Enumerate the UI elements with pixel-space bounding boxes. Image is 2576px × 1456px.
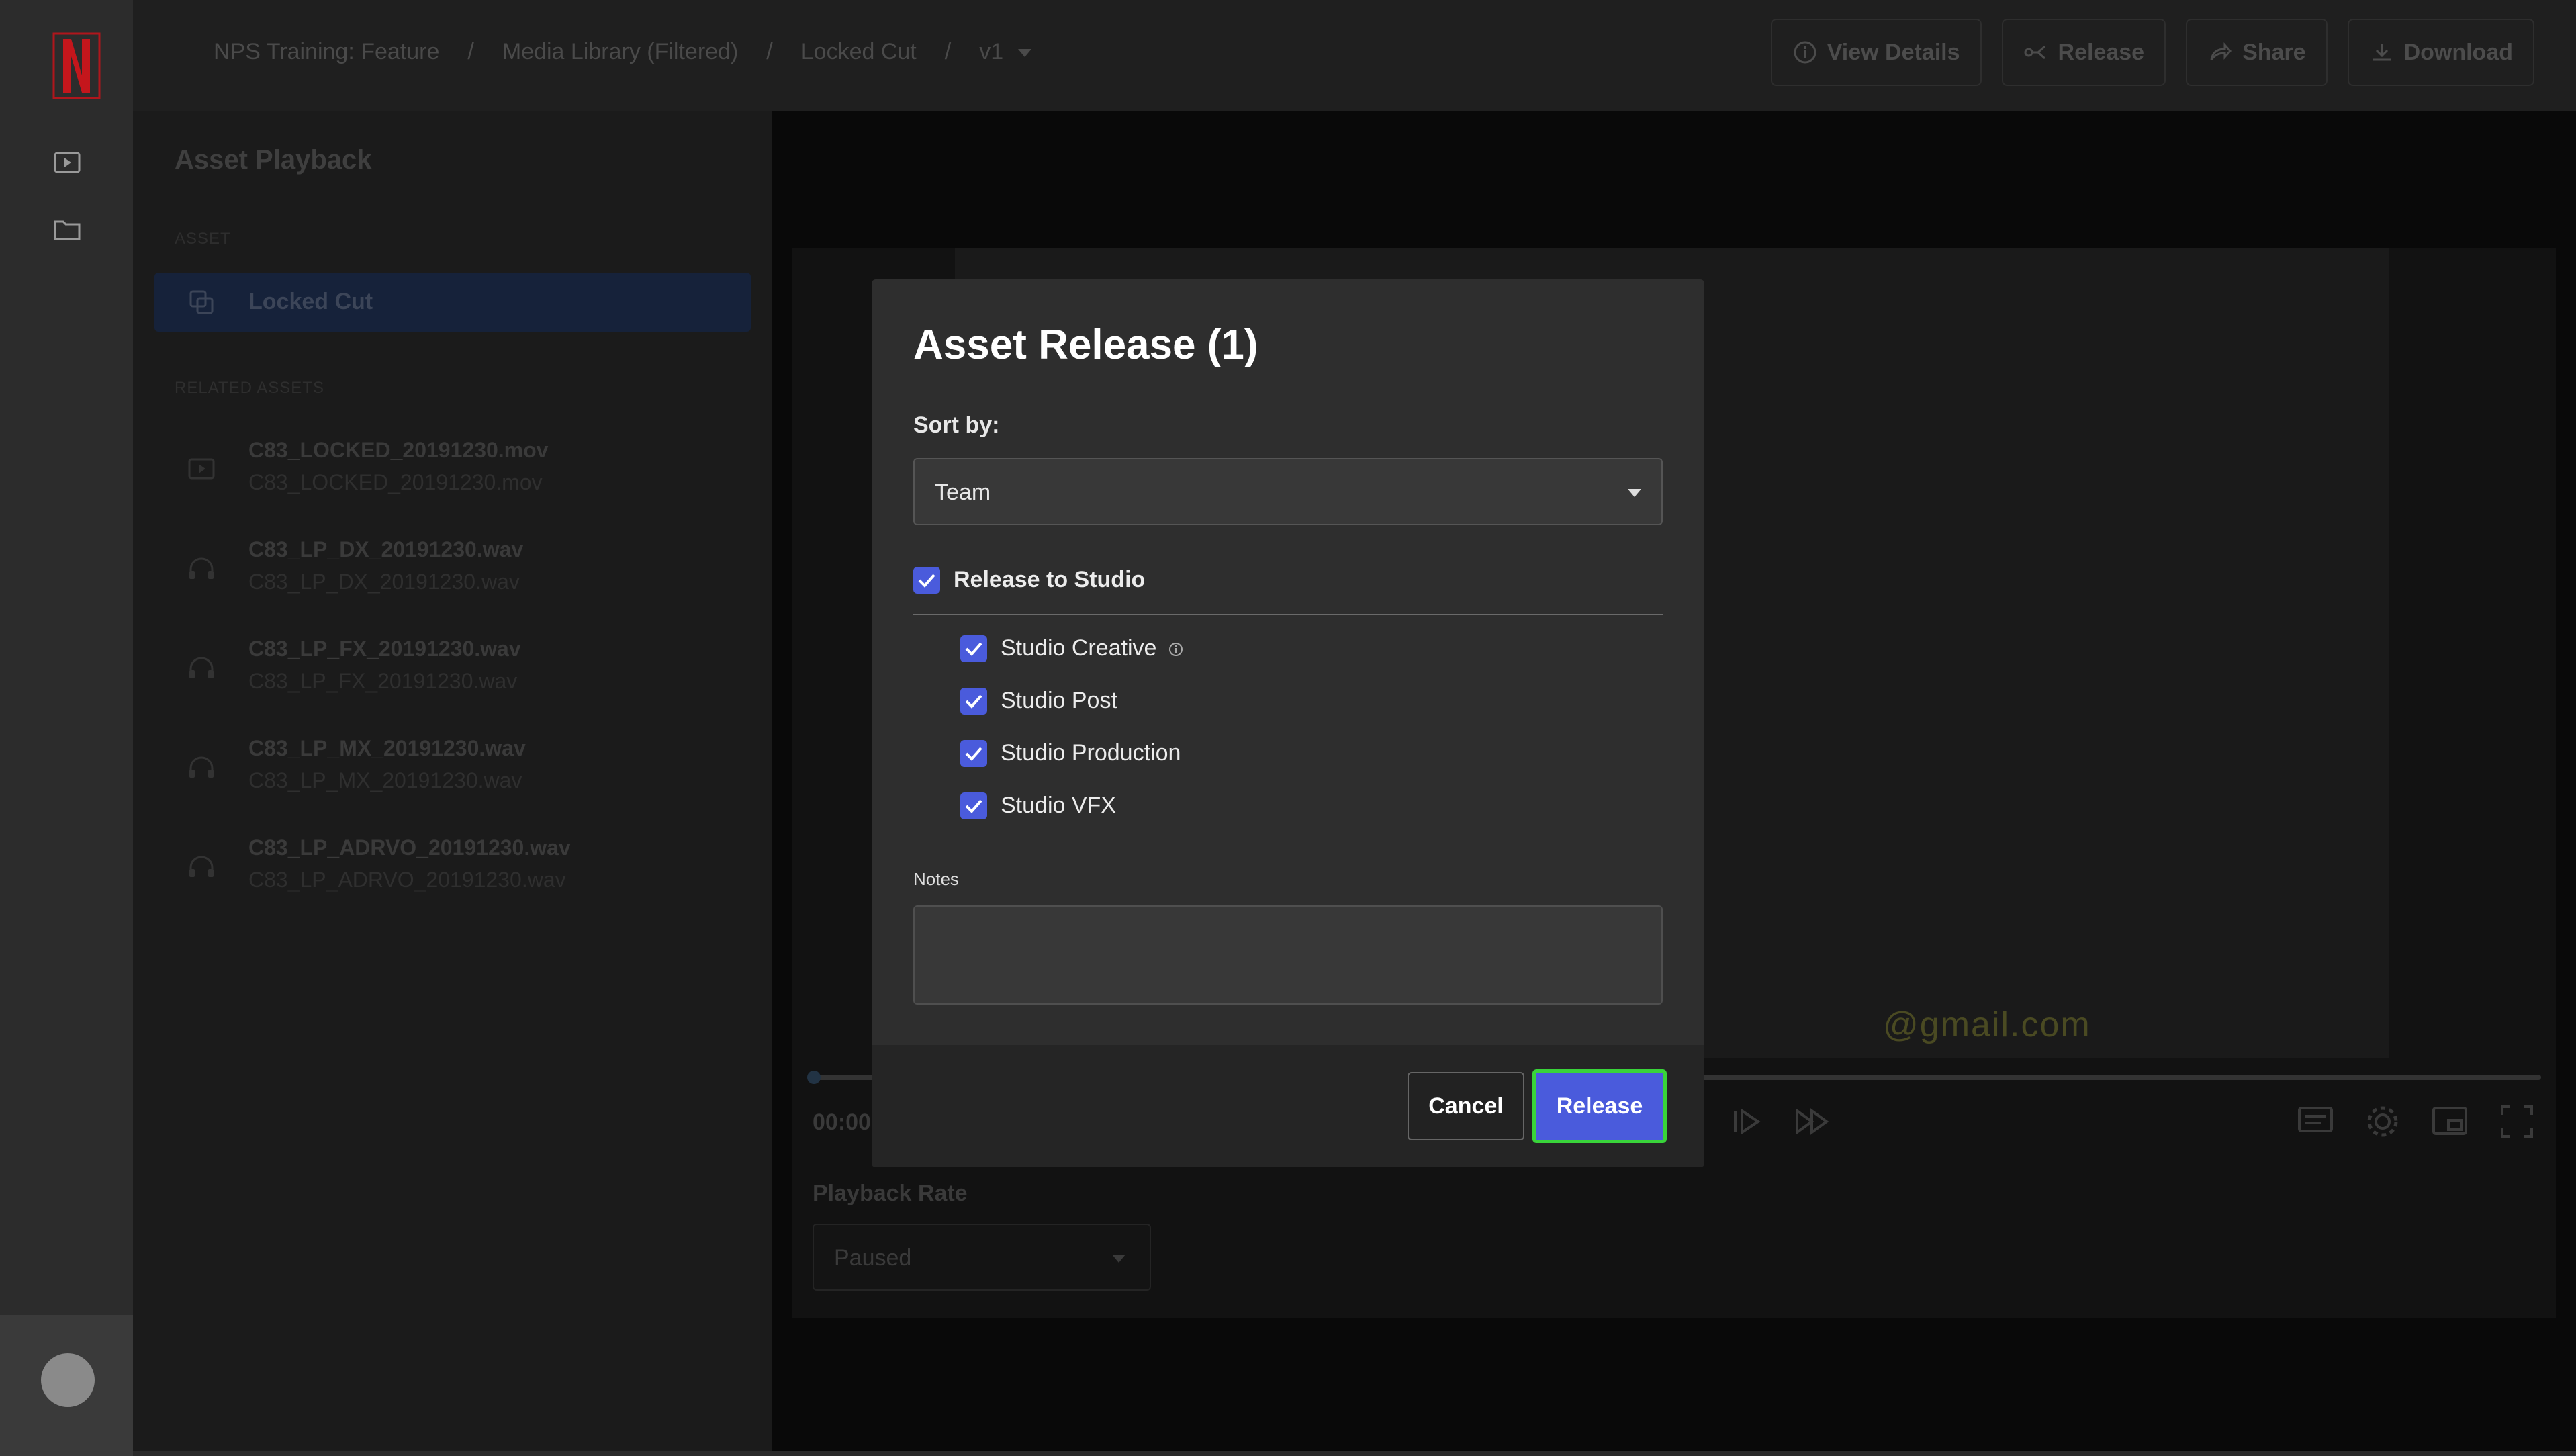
version-label: v1 xyxy=(979,39,1004,64)
selected-asset-label: Locked Cut xyxy=(248,289,373,314)
check-icon xyxy=(965,747,982,761)
download-button[interactable]: Download xyxy=(2347,19,2534,86)
related-asset-item[interactable]: C83_LOCKED_20191230.mov C83_LOCKED_20191… xyxy=(154,434,751,508)
fullscreen-icon[interactable] xyxy=(2497,1101,2537,1142)
check-icon xyxy=(965,642,982,656)
breadcrumb-separator: / xyxy=(944,39,952,64)
notes-input[interactable] xyxy=(913,905,1663,1005)
dialog-title: Asset Release (1) xyxy=(913,322,1258,368)
release-top-label: Release xyxy=(2058,39,2145,65)
related-asset-item[interactable]: C83_LP_DX_20191230.wav C83_LP_DX_2019123… xyxy=(154,533,751,607)
related-asset-file: C83_LP_MX_20191230.wav xyxy=(248,768,522,792)
playback-rate-value: Paused xyxy=(834,1245,912,1271)
top-bar: NPS Training: Feature / Media Library (F… xyxy=(133,0,2576,111)
seek-handle[interactable] xyxy=(807,1071,821,1084)
picture-in-picture-icon[interactable] xyxy=(2430,1101,2470,1142)
sort-by-label: Sort by: xyxy=(913,412,1000,438)
share-label: Share xyxy=(2242,39,2306,65)
studio-vfx-label: Studio VFX xyxy=(1001,792,1116,818)
fast-forward-icon[interactable] xyxy=(1792,1101,1832,1142)
view-details-button[interactable]: View Details xyxy=(1770,19,1982,86)
related-asset-name: C83_LP_ADRVO_20191230.wav xyxy=(248,835,571,860)
related-asset-file: C83_LP_DX_20191230.wav xyxy=(248,570,520,594)
top-actions: View Details Release Share Download xyxy=(1770,19,2534,86)
view-details-label: View Details xyxy=(1827,39,1960,65)
divider xyxy=(913,614,1663,615)
folder-nav-icon[interactable] xyxy=(52,215,82,244)
related-asset-item[interactable]: C83_LP_MX_20191230.wav C83_LP_MX_2019123… xyxy=(154,732,751,806)
avatar[interactable] xyxy=(41,1353,95,1407)
notes-label: Notes xyxy=(913,869,959,889)
studio-creative-label: Studio Creative xyxy=(1001,635,1157,661)
headphones-icon xyxy=(189,557,214,579)
studio-creative-checkbox[interactable] xyxy=(960,635,987,662)
playback-nav-icon[interactable] xyxy=(52,148,82,177)
asset-release-dialog: Asset Release (1) Sort by: Team Release … xyxy=(872,279,1704,1167)
asset-sidebar: Asset Playback ASSET Locked Cut RELATED … xyxy=(133,111,772,1456)
related-asset-item[interactable]: C83_LP_ADRVO_20191230.wav C83_LP_ADRVO_2… xyxy=(154,831,751,905)
chevron-down-icon xyxy=(1628,489,1641,497)
sidebar-title: Asset Playback xyxy=(175,145,372,175)
release-button[interactable]: Release xyxy=(1532,1069,1667,1143)
breadcrumb-separator: / xyxy=(467,39,474,64)
share-button[interactable]: Share xyxy=(2186,19,2328,86)
chevron-down-icon xyxy=(1112,1255,1125,1263)
breadcrumb-item[interactable]: Media Library (Filtered) xyxy=(502,39,738,65)
related-asset-name: C83_LOCKED_20191230.mov xyxy=(248,438,549,462)
rail-footer xyxy=(0,1315,133,1456)
sort-by-value: Team xyxy=(935,480,991,505)
bottom-edge xyxy=(133,1451,2576,1456)
dialog-footer: Cancel Release xyxy=(872,1045,1704,1167)
asset-caption: ASSET xyxy=(175,230,231,248)
info-icon xyxy=(1794,41,1816,64)
step-forward-icon[interactable] xyxy=(1726,1101,1766,1142)
release-to-studio-label: Release to Studio xyxy=(954,567,1146,592)
check-icon xyxy=(965,694,982,709)
related-asset-name: C83_LP_DX_20191230.wav xyxy=(248,537,524,561)
release-to-studio-checkbox[interactable] xyxy=(913,567,940,594)
cancel-button[interactable]: Cancel xyxy=(1408,1072,1524,1140)
studio-production-label: Studio Production xyxy=(1001,740,1181,766)
related-asset-file: C83_LP_ADRVO_20191230.wav xyxy=(248,868,566,892)
video-icon xyxy=(188,458,215,480)
download-icon xyxy=(2373,44,2391,61)
studio-post-checkbox[interactable] xyxy=(960,688,987,715)
related-caption: RELATED ASSETS xyxy=(175,379,324,397)
copy-icon xyxy=(189,290,214,314)
sort-by-select[interactable]: Team xyxy=(913,458,1663,525)
headphones-icon xyxy=(189,756,214,778)
breadcrumb-separator: / xyxy=(766,39,773,64)
headphones-icon xyxy=(189,856,214,877)
app-rail xyxy=(0,0,133,1456)
related-asset-item[interactable]: C83_LP_FX_20191230.wav C83_LP_FX_2019123… xyxy=(154,633,751,707)
breadcrumb-item[interactable]: Locked Cut xyxy=(801,39,917,65)
info-icon[interactable] xyxy=(1168,642,1183,657)
version-dropdown[interactable]: v1 xyxy=(979,39,1032,65)
release-icon xyxy=(2024,45,2045,60)
playback-rate-select[interactable]: Paused xyxy=(813,1224,1151,1291)
netflix-logo[interactable] xyxy=(52,32,101,99)
watermark: @gmail.com xyxy=(1883,1005,2091,1044)
related-asset-file: C83_LP_FX_20191230.wav xyxy=(248,669,518,693)
time-display: 00:00 xyxy=(813,1109,871,1135)
studio-post-label: Studio Post xyxy=(1001,688,1117,713)
download-label: Download xyxy=(2403,39,2513,65)
related-asset-file: C83_LOCKED_20191230.mov xyxy=(248,470,543,494)
selected-asset[interactable]: Locked Cut xyxy=(154,273,751,332)
check-icon xyxy=(918,574,935,588)
release-top-button[interactable]: Release xyxy=(2001,19,2166,86)
chevron-down-icon xyxy=(1018,49,1032,58)
related-asset-name: C83_LP_FX_20191230.wav xyxy=(248,637,521,661)
studio-production-checkbox[interactable] xyxy=(960,740,987,767)
share-icon xyxy=(2210,42,2232,60)
studio-vfx-checkbox[interactable] xyxy=(960,792,987,819)
gear-icon[interactable] xyxy=(2362,1101,2403,1142)
playback-rate-label: Playback Rate xyxy=(813,1181,968,1206)
subtitles-icon[interactable] xyxy=(2295,1101,2336,1142)
headphones-icon xyxy=(189,657,214,678)
breadcrumb-item[interactable]: NPS Training: Feature xyxy=(214,39,439,65)
breadcrumb: NPS Training: Feature / Media Library (F… xyxy=(214,39,1032,65)
check-icon xyxy=(965,799,982,813)
related-asset-name: C83_LP_MX_20191230.wav xyxy=(248,736,526,760)
